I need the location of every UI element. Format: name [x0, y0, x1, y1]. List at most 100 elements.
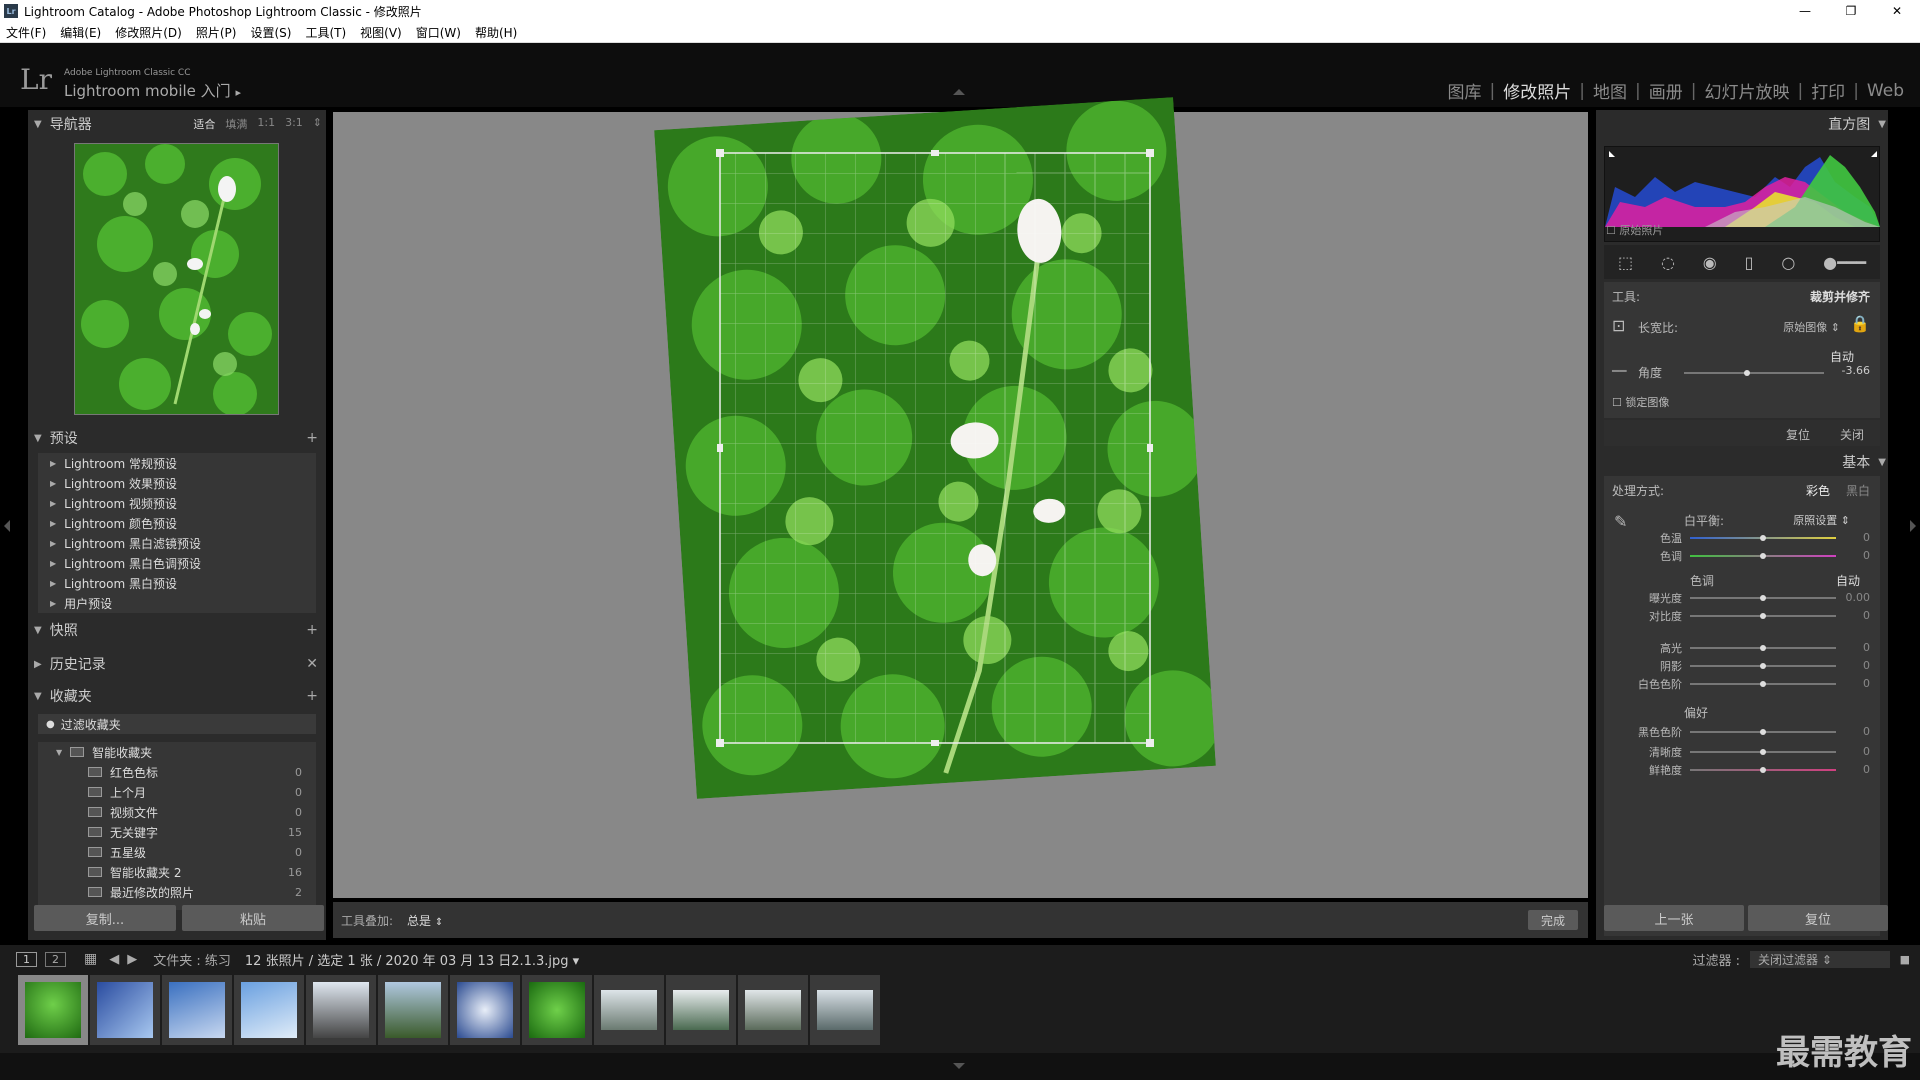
film-thumb[interactable]	[738, 975, 808, 1045]
grid-view-icon[interactable]: ▦	[84, 951, 97, 967]
crop-overlay[interactable]	[654, 97, 1221, 799]
film-thumb[interactable]	[378, 975, 448, 1045]
slider-value[interactable]: 0	[1863, 659, 1870, 672]
menu-window[interactable]: 窗口(W)	[416, 24, 461, 41]
slider-value[interactable]: 0	[1863, 725, 1870, 738]
slider-value[interactable]: 0	[1863, 745, 1870, 758]
collection-item[interactable]: 视频文件 0	[38, 802, 316, 822]
identity-line2[interactable]: Lightroom mobile 入门 ▸	[64, 80, 241, 101]
minimize-button[interactable]: —	[1782, 0, 1828, 22]
tint-slider[interactable]	[1690, 553, 1836, 559]
aspect-select[interactable]: 原始图像 ⇕	[1783, 319, 1840, 335]
smart-collections-folder[interactable]: ▼ 智能收藏夹	[38, 742, 316, 762]
filter-select[interactable]: 关闭过滤器 ⇕	[1750, 950, 1890, 968]
slider-value[interactable]: 0	[1863, 641, 1870, 654]
collapse-bottom-icon[interactable]	[953, 1063, 965, 1069]
straighten-tool-icon[interactable]: ━━	[1612, 364, 1626, 378]
copy-settings-button[interactable]: 复制...	[34, 905, 176, 931]
nav-fill[interactable]: 填满	[225, 116, 247, 132]
tone-auto-button[interactable]: 自动	[1836, 572, 1860, 589]
add-collection-icon[interactable]: +	[306, 688, 318, 704]
collection-item[interactable]: 上个月 0	[38, 782, 316, 802]
menu-settings[interactable]: 设置(S)	[250, 24, 291, 41]
nav-3to1[interactable]: 3:1	[285, 116, 303, 132]
preset-folder[interactable]: ▶ Lightroom 黑白色调预设	[38, 553, 316, 573]
preset-folder[interactable]: ▶ Lightroom 颜色预设	[38, 513, 316, 533]
basic-header[interactable]: 基本 ▼	[1596, 450, 1894, 474]
preset-folder[interactable]: ▶ 用户预设	[38, 593, 316, 613]
collection-filter[interactable]: ● 过滤收藏夹	[38, 714, 316, 734]
restore-button[interactable]: ❐	[1828, 0, 1874, 22]
overlay-select[interactable]: 总是 ⇕	[407, 912, 443, 929]
collection-item[interactable]: 红色色标 0	[38, 762, 316, 782]
whites-slider[interactable]	[1690, 681, 1836, 687]
photo-info[interactable]: 12 张照片 / 选定 1 张 / 2020 年 03 月 13 日2.1.3.…	[245, 950, 579, 969]
film-thumb[interactable]	[810, 975, 880, 1045]
slider-value[interactable]: 0	[1863, 531, 1870, 544]
vibrance-slider[interactable]	[1690, 767, 1836, 773]
film-thumb[interactable]	[162, 975, 232, 1045]
collapse-left-icon[interactable]	[4, 520, 10, 532]
auto-straighten-button[interactable]: 自动	[1830, 348, 1854, 365]
history-header[interactable]: ▶ 历史记录 ✕	[28, 652, 326, 676]
module-library[interactable]: 图库	[1440, 78, 1490, 103]
clarity-slider[interactable]	[1690, 749, 1836, 755]
collection-item[interactable]: 五星级 0	[38, 842, 316, 862]
red-eye-icon[interactable]: ◉	[1703, 253, 1717, 272]
graduated-filter-icon[interactable]: ▯	[1745, 253, 1754, 272]
film-thumb[interactable]	[594, 975, 664, 1045]
crop-frame-icon[interactable]: ⊡	[1612, 316, 1625, 335]
clear-history-icon[interactable]: ✕	[306, 656, 318, 672]
collections-header[interactable]: ▼ 收藏夹 +	[28, 684, 326, 708]
secondary-window-button[interactable]: 2	[45, 951, 66, 967]
close-button[interactable]: ✕	[1874, 0, 1920, 22]
exposure-slider[interactable]	[1690, 595, 1836, 601]
crop-reset-button[interactable]: 复位	[1786, 426, 1810, 443]
reset-button[interactable]: 复位	[1748, 905, 1888, 931]
module-develop[interactable]: 修改照片	[1495, 78, 1579, 103]
crop-close-button[interactable]: 关闭	[1840, 426, 1864, 443]
slider-value[interactable]: 0	[1863, 609, 1870, 622]
add-preset-icon[interactable]: +	[306, 430, 318, 446]
nav-1to1[interactable]: 1:1	[257, 116, 275, 132]
contrast-slider[interactable]	[1690, 613, 1836, 619]
primary-window-button[interactable]: 1	[16, 951, 37, 967]
collection-item[interactable]: 无关键字 15	[38, 822, 316, 842]
preset-folder[interactable]: ▶ Lightroom 效果预设	[38, 473, 316, 493]
module-slideshow[interactable]: 幻灯片放映	[1696, 78, 1797, 103]
blacks-slider[interactable]	[1690, 729, 1836, 735]
film-thumb[interactable]	[306, 975, 376, 1045]
navigator-header[interactable]: ▼ 导航器 适合 填满 1:1 3:1 ⇕	[28, 112, 326, 136]
filter-lock-icon[interactable]: ■	[1900, 953, 1910, 966]
histogram-header[interactable]: 直方图 ▼	[1596, 112, 1894, 136]
previous-button[interactable]: 上一张	[1604, 905, 1744, 931]
crop-tool-icon[interactable]: ⬚	[1618, 253, 1633, 272]
collection-item[interactable]: 最近修改的照片 2	[38, 882, 316, 902]
film-thumb[interactable]	[522, 975, 592, 1045]
lock-icon[interactable]: 🔒	[1850, 314, 1870, 333]
shadows-slider[interactable]	[1690, 663, 1836, 669]
lock-image-checkbox[interactable]: ☐ 锁定图像	[1612, 394, 1669, 410]
snapshots-header[interactable]: ▼ 快照 +	[28, 618, 326, 642]
add-snapshot-icon[interactable]: +	[306, 622, 318, 638]
menu-develop[interactable]: 修改照片(D)	[115, 24, 182, 41]
collapse-top-icon[interactable]	[953, 89, 965, 95]
film-thumb-selected[interactable]	[18, 975, 88, 1045]
preset-folder[interactable]: ▶ Lightroom 常规预设	[38, 453, 316, 473]
menu-photo[interactable]: 照片(P)	[196, 24, 237, 41]
angle-value[interactable]: -3.66	[1842, 364, 1870, 377]
nav-zoom-stepper-icon[interactable]: ⇕	[313, 116, 322, 132]
paste-settings-button[interactable]: 粘贴	[182, 905, 324, 931]
film-thumb[interactable]	[666, 975, 736, 1045]
module-print[interactable]: 打印	[1803, 78, 1853, 103]
module-book[interactable]: 画册	[1641, 78, 1691, 103]
radial-filter-icon[interactable]: ○	[1781, 253, 1795, 272]
menu-file[interactable]: 文件(F)	[6, 24, 46, 41]
menu-view[interactable]: 视图(V)	[360, 24, 402, 41]
slider-value[interactable]: 0	[1863, 549, 1870, 562]
collapse-right-icon[interactable]	[1910, 520, 1916, 532]
done-button[interactable]: 完成	[1528, 910, 1578, 930]
preset-folder[interactable]: ▶ Lightroom 黑白滤镜预设	[38, 533, 316, 553]
module-map[interactable]: 地图	[1585, 78, 1635, 103]
module-web[interactable]: Web	[1859, 81, 1912, 101]
